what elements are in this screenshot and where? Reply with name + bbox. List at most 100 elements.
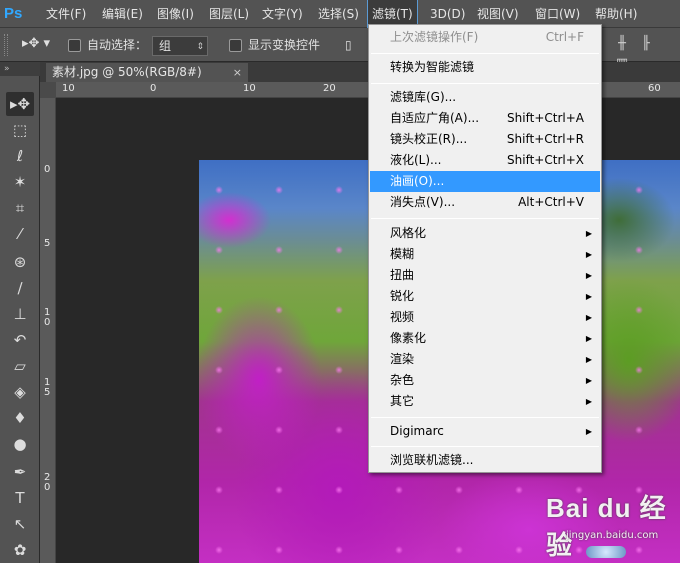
menu-item-label: 上次滤镜操作(F) — [390, 30, 479, 44]
menu-item-adaptive-wide-angle[interactable]: 自适应广角(A)... Shift+Ctrl+A — [370, 108, 600, 129]
ruler-tick: 0 — [44, 164, 51, 175]
eraser-tool-icon[interactable]: ▱ — [6, 354, 34, 378]
menu-item-label: 风格化 — [390, 226, 427, 240]
submenu-arrow-icon: ▶ — [585, 313, 592, 322]
clone-stamp-icon[interactable]: ⊥ — [6, 302, 34, 326]
close-tab-icon[interactable]: × — [233, 63, 242, 82]
menu-item-shortcut: Shift+Ctrl+R — [506, 132, 584, 146]
menu-item-filter-gallery[interactable]: 滤镜库(G)... — [370, 87, 600, 108]
marquee-tool-icon[interactable]: ⬚ — [6, 118, 34, 142]
path-selection-icon[interactable]: ↖ — [6, 512, 34, 536]
menu-item-vanishing-point[interactable]: 消失点(V)... Alt+Ctrl+V — [370, 192, 600, 213]
ruler-tick: 2 0 — [44, 472, 51, 493]
updown-arrows-icon: ⇕ — [196, 42, 204, 52]
menu-item-label: 视频 — [390, 310, 415, 324]
menu-item-noise[interactable]: 杂色 ▶ — [370, 370, 600, 391]
align-icons-group: ╫ ╟ ▥ — [615, 34, 680, 71]
menu-separator — [371, 53, 599, 54]
vertical-ruler[interactable]: 0 5 1 0 1 5 2 0 — [40, 98, 56, 563]
shape-tool-icon[interactable]: ✿ — [6, 538, 34, 562]
menu-item-label: 模糊 — [390, 247, 415, 261]
menu-item-liquify[interactable]: 液化(L)... Shift+Ctrl+X — [370, 150, 600, 171]
menu-item-label: 其它 — [390, 394, 415, 408]
ruler-tick: 0 — [150, 83, 157, 94]
menu-item-label: 油画(O)... — [390, 174, 445, 188]
menu-item-pixelate[interactable]: 像素化 ▶ — [370, 328, 600, 349]
menu-item-digimarc[interactable]: Digimarc ▶ — [370, 421, 600, 442]
menu-item-other[interactable]: 其它 ▶ — [370, 391, 600, 412]
menu-item-oil-paint[interactable]: 油画(O)... — [370, 171, 600, 192]
menu-file[interactable]: 文件(F) — [42, 0, 90, 28]
ruler-corner[interactable] — [40, 82, 56, 98]
submenu-arrow-icon: ▶ — [585, 376, 592, 385]
submenu-arrow-icon: ▶ — [585, 292, 592, 301]
magic-wand-icon[interactable]: ✶ — [6, 170, 34, 194]
menu-item-label: 锐化 — [390, 289, 415, 303]
ruler-tick: 10 — [243, 83, 256, 94]
menu-item-label: 自适应广角(A)... — [390, 111, 480, 125]
ruler-tick: 5 — [44, 238, 51, 249]
lasso-tool-icon[interactable]: ℓ — [6, 144, 34, 168]
blur-tool-icon[interactable]: ♦ — [6, 406, 34, 430]
menu-item-stylize[interactable]: 风格化 ▶ — [370, 223, 600, 244]
menu-item-sharpen[interactable]: 锐化 ▶ — [370, 286, 600, 307]
menu-item-blur[interactable]: 模糊 ▶ — [370, 244, 600, 265]
tools-collapse-button[interactable]: » — [0, 62, 40, 76]
submenu-arrow-icon: ▶ — [585, 250, 592, 259]
menu-image[interactable]: 图像(I) — [153, 0, 198, 28]
filter-menu: 上次滤镜操作(F) Ctrl+F 转换为智能滤镜 滤镜库(G)... 自适应广角… — [368, 24, 602, 473]
ruler-tick: 60 — [648, 83, 661, 94]
show-transform-label: 显示变换控件 — [248, 38, 321, 52]
menu-item-label: 杂色 — [390, 373, 415, 387]
photoshop-logo: Ps — [4, 5, 23, 22]
menu-item-smart-filter[interactable]: 转换为智能滤镜 — [370, 57, 600, 78]
menu-separator — [371, 417, 599, 418]
menu-item-label: 扭曲 — [390, 268, 415, 282]
menu-edit[interactable]: 编辑(E) — [98, 0, 147, 28]
eyedropper-tool-icon[interactable]: ⁄ — [6, 222, 34, 246]
menu-item-label: 消失点(V)... — [390, 195, 456, 209]
menu-item-label: 液化(L)... — [390, 153, 442, 167]
menu-item-browse-online-filters[interactable]: 浏览联机滤镜... — [370, 450, 600, 471]
submenu-arrow-icon: ▶ — [585, 397, 592, 406]
align-right-icon[interactable]: ╟ — [639, 34, 653, 54]
dodge-tool-icon[interactable]: ● — [6, 432, 34, 456]
menu-separator — [371, 218, 599, 219]
submenu-arrow-icon: ▶ — [585, 229, 592, 238]
menu-item-shortcut: Shift+Ctrl+A — [507, 111, 584, 125]
healing-brush-icon[interactable]: ⊛ — [6, 250, 34, 274]
pen-tool-icon[interactable]: ✒ — [6, 460, 34, 484]
menu-select[interactable]: 选择(S) — [314, 0, 363, 28]
type-tool-icon[interactable]: T — [6, 486, 34, 510]
options-grip[interactable] — [4, 34, 8, 56]
history-brush-icon[interactable]: ↶ — [6, 328, 34, 352]
ruler-tick: 10 — [62, 83, 75, 94]
ruler-tick: 20 — [323, 83, 336, 94]
watermark-bulb-icon — [586, 546, 626, 558]
show-transform-checkbox[interactable] — [229, 39, 242, 52]
document-tab[interactable]: 素材.jpg @ 50%(RGB/8#) × — [46, 63, 248, 82]
menu-layer[interactable]: 图层(L) — [205, 0, 253, 28]
menu-type[interactable]: 文字(Y) — [258, 0, 307, 28]
align-top-icon[interactable]: ▯ — [345, 36, 352, 54]
crop-tool-icon[interactable]: ⌗ — [6, 196, 34, 220]
move-tool-icon[interactable]: ▸✥ — [6, 92, 34, 116]
submenu-arrow-icon: ▶ — [585, 427, 592, 436]
menu-item-video[interactable]: 视频 ▶ — [370, 307, 600, 328]
menu-item-distort[interactable]: 扭曲 ▶ — [370, 265, 600, 286]
brush-tool-icon[interactable]: ∕ — [6, 276, 34, 300]
submenu-arrow-icon: ▶ — [585, 355, 592, 364]
menu-separator — [371, 446, 599, 447]
menu-item-lens-correction[interactable]: 镜头校正(R)... Shift+Ctrl+R — [370, 129, 600, 150]
paint-bucket-icon[interactable]: ◈ — [6, 380, 34, 404]
auto-select-dropdown[interactable]: 组 ⇕ — [152, 36, 208, 56]
menu-item-last-filter: 上次滤镜操作(F) Ctrl+F — [370, 27, 600, 48]
menu-item-label: 浏览联机滤镜... — [390, 453, 474, 467]
move-tool-preset-icon[interactable]: ▸✥ ▾ — [22, 36, 54, 54]
auto-select-checkbox[interactable] — [68, 39, 81, 52]
menu-item-render[interactable]: 渲染 ▶ — [370, 349, 600, 370]
menu-item-label: 渲染 — [390, 352, 415, 366]
menu-item-label: 滤镜库(G)... — [390, 90, 457, 104]
submenu-arrow-icon: ▶ — [585, 271, 592, 280]
align-horizontal-center-icon[interactable]: ╫ — [615, 34, 629, 54]
